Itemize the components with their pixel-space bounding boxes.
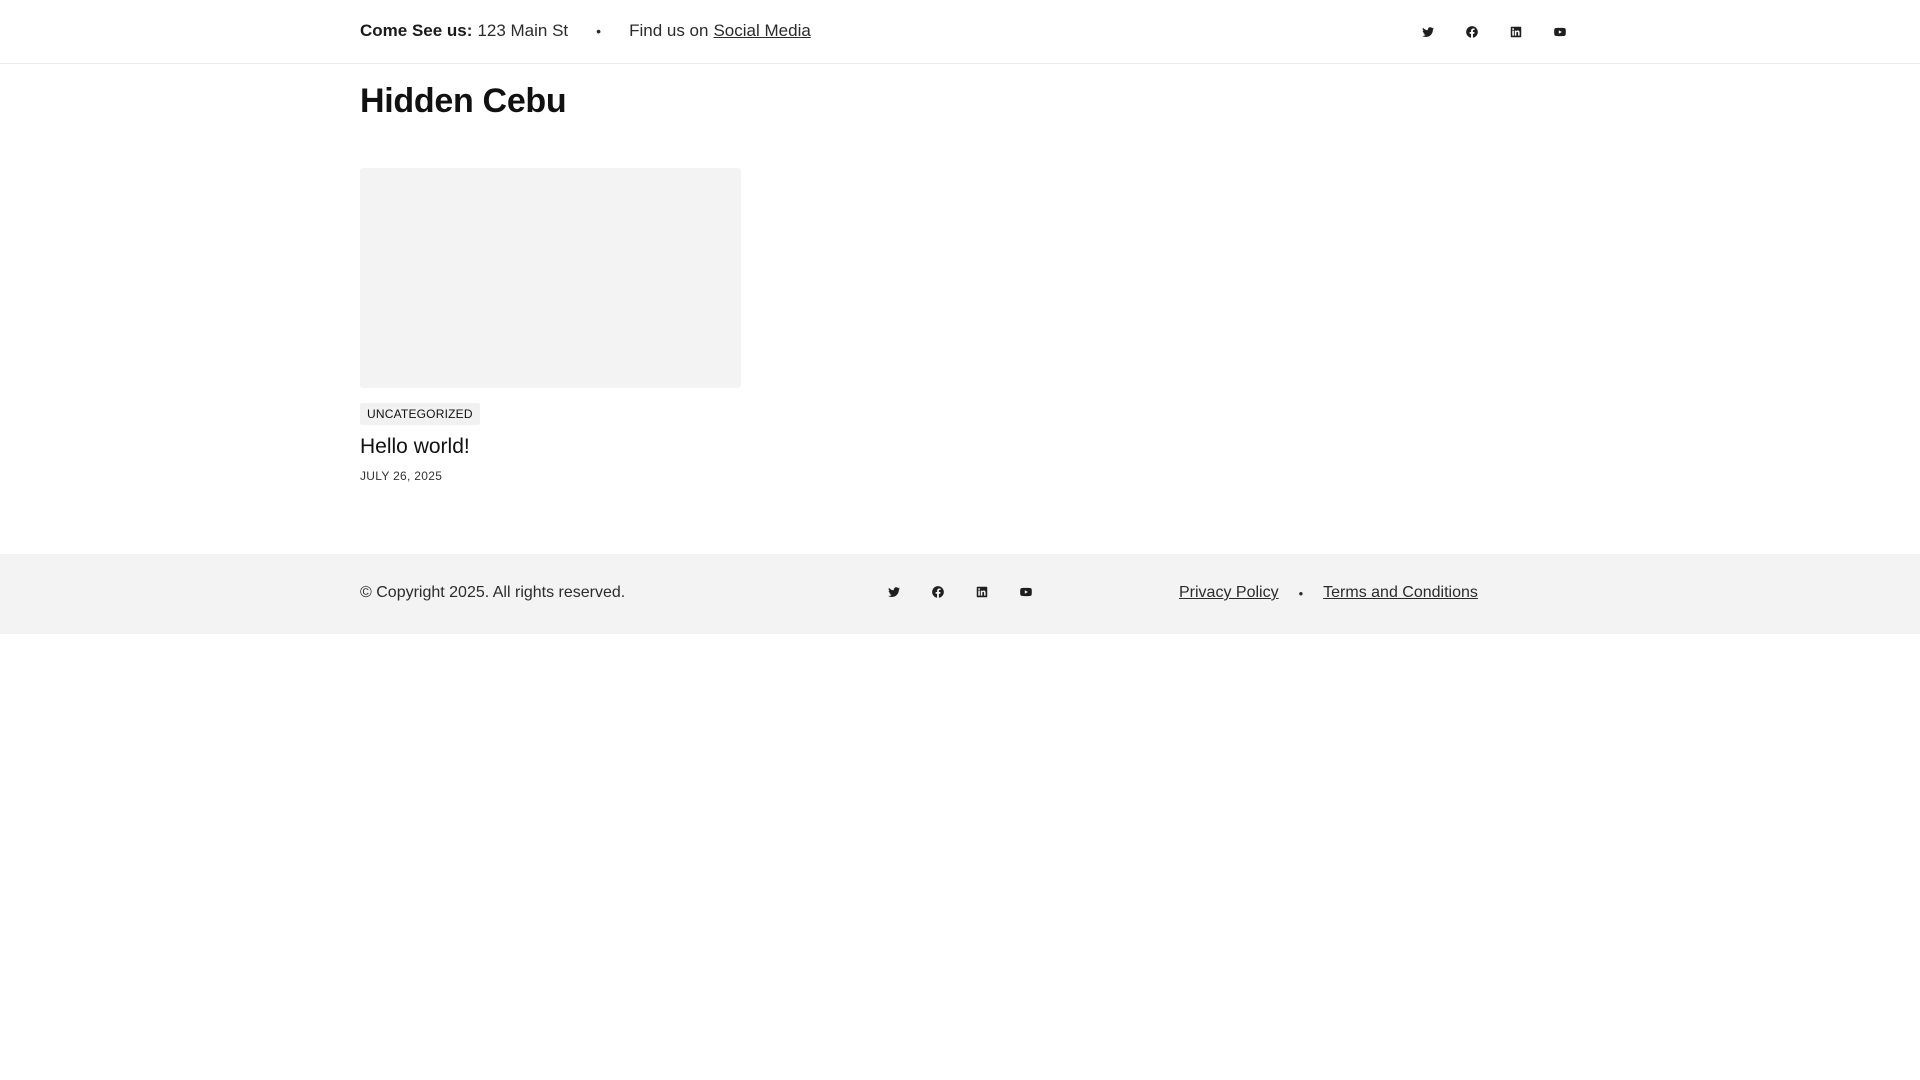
twitter-icon[interactable]	[1406, 20, 1450, 44]
privacy-policy-link[interactable]: Privacy Policy	[1179, 584, 1279, 602]
social-media-link[interactable]: Social Media	[713, 21, 810, 41]
linkedin-icon[interactable]	[960, 580, 1004, 604]
post-thumbnail[interactable]	[360, 168, 741, 388]
address-label: Come See us:	[360, 21, 473, 40]
footer-social-icons	[872, 580, 1048, 604]
find-us-text: Find us on	[629, 21, 709, 40]
site-title[interactable]: Hidden Cebu	[360, 82, 567, 121]
separator-dot: •	[1298, 585, 1304, 601]
top-bar: Come See us: 123 Main St • Find us on So…	[0, 0, 1920, 64]
category-badge[interactable]: UNCATEGORIZED	[360, 403, 480, 425]
post-date: JULY 26, 2025	[360, 469, 443, 483]
copyright-text: © Copyright 2025. All rights reserved.	[360, 584, 626, 601]
terms-link[interactable]: Terms and Conditions	[1323, 584, 1478, 602]
footer-links: Privacy Policy • Terms and Conditions	[1179, 584, 1478, 602]
youtube-icon[interactable]	[1538, 20, 1582, 44]
address-value: 123 Main St	[477, 21, 569, 40]
twitter-icon[interactable]	[872, 580, 916, 604]
facebook-icon[interactable]	[1450, 20, 1494, 44]
youtube-icon[interactable]	[1004, 580, 1048, 604]
linkedin-icon[interactable]	[1494, 20, 1538, 44]
facebook-icon[interactable]	[916, 580, 960, 604]
separator-dot: •	[596, 23, 602, 39]
site-footer: © Copyright 2025. All rights reserved. P…	[0, 554, 1920, 634]
header-social-icons	[1406, 20, 1582, 44]
contact-info: Come See us: 123 Main St • Find us on So…	[360, 21, 811, 41]
post-card: UNCATEGORIZED Hello world! JULY 26, 2025	[360, 168, 741, 483]
post-title[interactable]: Hello world!	[360, 435, 741, 459]
